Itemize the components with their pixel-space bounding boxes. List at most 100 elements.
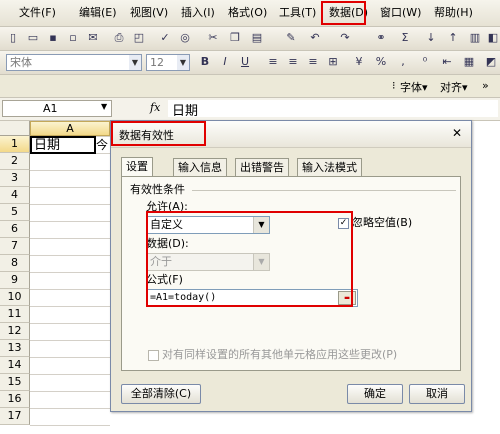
menu-edit[interactable]: 编辑(E) [76,4,120,22]
formula-content: 日期 [172,104,199,119]
select-all-corner[interactable] [0,121,30,136]
cut-icon[interactable]: ✂ [206,31,220,45]
new-icon[interactable]: ▯ [6,31,20,45]
copy-icon[interactable]: ❐ [228,31,242,45]
align-menu-label: 对齐 [440,81,462,94]
print-icon[interactable]: ⎙ [112,31,126,45]
format-painter-icon[interactable]: ✎ [284,31,298,45]
row-header[interactable]: 9 [0,272,30,289]
ignore-blank-label: 忽略空值(B) [352,216,413,229]
column-header-a[interactable]: A [30,121,110,136]
name-box[interactable]: A1 ▼ [2,100,112,117]
chevron-down-icon[interactable]: ▼ [177,55,189,70]
save-icon[interactable]: ▪ [46,31,60,45]
close-icon[interactable]: ✕ [449,125,465,141]
formula-input[interactable]: 日期 [168,100,498,119]
chevron-down-icon[interactable]: ▼ [101,102,107,111]
paste-icon[interactable]: ▤ [250,31,264,45]
menu-tools[interactable]: 工具(T) [276,4,319,22]
extra-toolbar: ⁝ 字体▾ 对齐▾ » [0,75,500,98]
percent-icon[interactable]: % [374,55,388,69]
row-header[interactable]: 17 [0,408,30,425]
font-size-value: 12 [150,56,164,69]
apply-all-checkbox[interactable] [148,350,159,361]
menu-file[interactable]: 文件(F) [16,4,59,22]
highlight-dialog-title [111,121,206,146]
menu-bar: 文件(F) 编辑(E) 视图(V) 插入(I) 格式(O) 工具(T) 数据(D… [0,0,500,27]
toolbar-options-icon[interactable]: » [482,79,489,92]
cell-b1-overflow: 今 [96,138,109,152]
row-header[interactable]: 3 [0,170,30,187]
row-header[interactable]: 8 [0,255,30,272]
cancel-button[interactable]: 取消 [409,384,465,404]
align-center-icon[interactable]: ≡ [286,55,300,69]
menu-help[interactable]: 帮助(H) [431,4,476,22]
row-header[interactable]: 13 [0,340,30,357]
sheet-grid[interactable] [30,136,110,434]
chart-icon[interactable]: ▥ [468,31,482,45]
standard-toolbar: ▯ ▭ ▪ ▫ ✉ ⎙ ◰ ✓ ◎ ✂ ❐ ▤ ✎ ↶ ↷ ⚭ Σ ↓ ↑ ▥ … [0,27,500,51]
font-name-combo[interactable]: 宋体 ▼ [6,54,142,71]
indent-icon[interactable]: ⇤ [440,55,454,69]
menu-insert[interactable]: 插入(I) [178,4,218,22]
autosum-icon[interactable]: Σ [398,31,412,45]
row-header[interactable]: 7 [0,238,30,255]
research-icon[interactable]: ◎ [178,31,192,45]
spelling-icon[interactable]: ✓ [158,31,172,45]
font-name-value: 宋体 [10,56,32,69]
tab-input-message[interactable]: 输入信息 [173,158,227,176]
row-header[interactable]: 1 [0,136,30,153]
row-header[interactable]: 4 [0,187,30,204]
permission-icon[interactable]: ▫ [66,31,80,45]
row-header[interactable]: 12 [0,323,30,340]
row-header[interactable]: 15 [0,374,30,391]
sort-desc-icon[interactable]: ↑ [446,31,460,45]
menu-format[interactable]: 格式(O) [225,4,270,22]
redo-icon[interactable]: ↷ [338,31,352,45]
row-header[interactable]: 10 [0,289,30,306]
align-menu-button[interactable]: 对齐▾ [440,79,468,95]
bold-button[interactable]: B [198,55,212,69]
data-validation-dialog: 数据有效性 ✕ 设置 输入信息 出错警告 输入法模式 有效性条件 允许(A): … [110,120,472,412]
row-header[interactable]: 5 [0,204,30,221]
underline-button[interactable]: U [238,55,252,69]
open-icon[interactable]: ▭ [26,31,40,45]
function-icon[interactable]: fx [150,101,160,114]
formatting-toolbar: 宋体 ▼ 12 ▼ B I U ≡ ≡ ≡ ⊞ ¥ % , ⁰ ⇤ ▦ ◩ [0,51,500,75]
font-size-combo[interactable]: 12 ▼ [146,54,190,71]
fill-color-icon[interactable]: ◩ [484,55,498,69]
tab-ime-mode[interactable]: 输入法模式 [297,158,362,176]
hyperlink-icon[interactable]: ⚭ [374,31,388,45]
undo-icon[interactable]: ↶ [308,31,322,45]
font-menu-button[interactable]: 字体▾ [400,79,428,95]
align-left-icon[interactable]: ≡ [266,55,280,69]
apply-all-label: 对有同样设置的所有其他单元格应用这些更改(P) [162,348,398,361]
ok-button[interactable]: 确定 [347,384,403,404]
highlight-settings [146,211,353,307]
menu-view[interactable]: 视图(V) [127,4,171,22]
tab-error-alert[interactable]: 出错警告 [235,158,289,176]
chevron-down-icon[interactable]: ▼ [129,55,141,70]
italic-button[interactable]: I [218,55,232,69]
email-icon[interactable]: ✉ [86,31,100,45]
decimal-icon[interactable]: ⁰ [418,55,432,69]
align-right-icon[interactable]: ≡ [306,55,320,69]
row-header[interactable]: 2 [0,153,30,170]
clear-all-button[interactable]: 全部清除(C) [121,384,201,404]
drawing-icon[interactable]: ◧ [486,31,500,45]
cell-a1[interactable]: 日期 [30,136,96,154]
sort-asc-icon[interactable]: ↓ [424,31,438,45]
print-preview-icon[interactable]: ◰ [132,31,146,45]
row-header[interactable]: 11 [0,306,30,323]
row-header[interactable]: 6 [0,221,30,238]
row-header[interactable]: 16 [0,391,30,408]
merge-center-icon[interactable]: ⊞ [326,55,340,69]
menu-window[interactable]: 窗口(W) [377,4,424,22]
tab-settings[interactable]: 设置 [121,157,153,177]
borders-icon[interactable]: ▦ [462,55,476,69]
comma-icon[interactable]: , [396,55,410,69]
currency-icon[interactable]: ¥ [352,55,366,69]
formula-bar: A1 ▼ fx 日期 [0,98,500,121]
toolbar-grip-icon: ⁝ [392,79,396,92]
row-header[interactable]: 14 [0,357,30,374]
